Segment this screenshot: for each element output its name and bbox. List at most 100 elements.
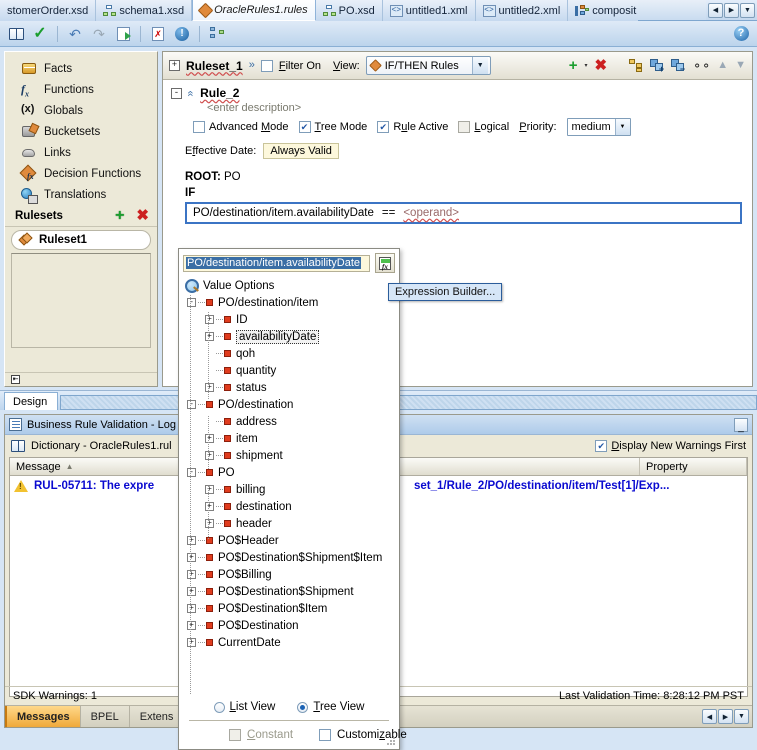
expression-input[interactable]: PO/destination/item.availabilityDate xyxy=(183,254,370,272)
collapse-pane-icon[interactable]: ⇤ xyxy=(11,375,20,384)
tree-view-option[interactable]: Tree View xyxy=(297,701,364,713)
sidebar-item-functions[interactable]: fx Functions xyxy=(5,79,157,100)
move-down-icon[interactable]: ▼ xyxy=(735,60,746,71)
expand-node-icon[interactable]: + xyxy=(203,485,216,494)
bottom-tab-list-dropdown-button[interactable]: ▼ xyxy=(734,709,749,724)
expand-node-icon[interactable]: + xyxy=(203,434,216,443)
tree-node[interactable]: - PO/destination xyxy=(185,396,399,413)
expression-left-operand[interactable]: PO/destination/item.availabilityDate xyxy=(193,207,374,219)
tree-node[interactable]: + destination xyxy=(185,498,399,515)
sidebar-item-translations[interactable]: Translations xyxy=(5,184,157,205)
tree-mode-checkbox[interactable] xyxy=(298,121,311,133)
chevron-down-icon[interactable]: ▼ xyxy=(614,119,630,135)
add-ruleset-button[interactable]: + xyxy=(115,207,124,224)
rule-active-option[interactable]: Rule Active xyxy=(377,121,448,133)
expand-node-icon[interactable]: + xyxy=(185,638,198,647)
chevron-down-icon[interactable]: ▼ xyxy=(471,57,488,74)
tree-node[interactable]: + PO$Destination$Shipment$Item xyxy=(185,549,399,566)
list-view-radio[interactable] xyxy=(213,701,225,713)
tree-node[interactable]: + PO$Header xyxy=(185,532,399,549)
tree-node[interactable]: + ID xyxy=(185,311,399,328)
add-rule-icon[interactable]: + xyxy=(569,58,578,73)
info-icon[interactable]: ! xyxy=(172,24,192,44)
tree-node[interactable]: + CurrentDate xyxy=(185,634,399,651)
display-new-warnings-checkbox[interactable] xyxy=(595,440,608,452)
bottom-tab-scroll-next-button[interactable]: ▶ xyxy=(718,709,733,724)
tree-node[interactable]: qoh xyxy=(185,345,399,362)
export-page-icon[interactable] xyxy=(113,24,133,44)
list-view-option[interactable]: List View xyxy=(213,701,275,713)
tree-node[interactable]: + PO$Destination$Shipment xyxy=(185,583,399,600)
sidebar-item-links[interactable]: Links xyxy=(5,142,157,163)
logical-option[interactable]: Logical xyxy=(458,121,509,133)
expand-node-icon[interactable]: + xyxy=(203,519,216,528)
collapse-node-icon[interactable]: - xyxy=(185,298,198,307)
tab-design[interactable]: Design xyxy=(4,392,59,410)
expand-node-icon[interactable]: + xyxy=(203,502,216,511)
expand-node-icon[interactable]: + xyxy=(185,587,198,596)
expression-right-operand[interactable]: <operand> xyxy=(403,207,459,219)
collapse-all-icon[interactable]: − xyxy=(671,59,685,74)
rule-collapse-icon[interactable]: » xyxy=(185,90,197,96)
editor-tab-customerorder[interactable]: stomerOrder.xsd xyxy=(0,0,97,21)
tree-node[interactable]: + shipment xyxy=(185,447,399,464)
expression-builder-button[interactable] xyxy=(375,253,395,273)
editor-tab-schema1[interactable]: schema1.xsd xyxy=(96,0,193,21)
expand-node-icon[interactable]: + xyxy=(185,570,198,579)
tree-node[interactable]: - PO xyxy=(185,464,399,481)
effective-date-value[interactable]: Always Valid xyxy=(263,143,339,159)
show-hide-icon[interactable]: ⚬⚬ xyxy=(692,59,711,73)
sidebar-item-bucketsets[interactable]: Bucketsets xyxy=(5,121,157,142)
minimize-log-button[interactable]: _ xyxy=(734,417,748,432)
add-rule-dropdown-icon[interactable]: ▾ xyxy=(585,62,588,69)
editor-tab-oraclerules1[interactable]: OracleRules1.rules xyxy=(192,0,316,21)
tree-node[interactable]: - PO/destination/item xyxy=(185,294,399,311)
expand-node-icon[interactable]: + xyxy=(203,383,216,392)
tree-mode-option[interactable]: Tree Mode xyxy=(298,121,367,133)
expand-node-icon[interactable]: + xyxy=(185,553,198,562)
rule-active-checkbox[interactable] xyxy=(377,121,390,133)
display-new-warnings-option[interactable]: Display New Warnings First xyxy=(595,440,746,452)
advanced-mode-checkbox[interactable] xyxy=(193,121,205,133)
tree-node[interactable]: address xyxy=(185,413,399,430)
tab-extensions[interactable]: Extens xyxy=(130,706,185,727)
expand-node-icon[interactable]: + xyxy=(203,332,216,341)
condition-expression-row[interactable]: PO/destination/item.availabilityDate == … xyxy=(185,202,742,224)
sidebar-item-globals[interactable]: (x) Globals xyxy=(5,100,157,121)
logical-checkbox[interactable] xyxy=(458,121,471,133)
expand-all-icon[interactable]: + xyxy=(650,59,664,74)
tree-node[interactable]: + item xyxy=(185,430,399,447)
editor-tab-po-xsd[interactable]: PO.xsd xyxy=(315,0,383,21)
tree-node[interactable]: + availabilityDate xyxy=(185,328,399,345)
expand-node-icon[interactable]: + xyxy=(185,621,198,630)
column-header-property[interactable]: Property xyxy=(640,458,747,475)
undo-icon[interactable]: ↶ xyxy=(65,24,85,44)
redo-icon[interactable]: ↷ xyxy=(89,24,109,44)
collapse-node-icon[interactable]: - xyxy=(185,468,198,477)
expand-node-icon[interactable]: + xyxy=(185,604,198,613)
tree-node[interactable]: + PO$Billing xyxy=(185,566,399,583)
validate-doc-icon[interactable]: ✗ xyxy=(148,24,168,44)
delete-rule-icon[interactable]: ✖ xyxy=(595,58,608,73)
ruleset-list-item[interactable]: Ruleset1 xyxy=(11,230,151,250)
tree-node[interactable]: quantity xyxy=(185,362,399,379)
sidebar-item-decision-functions[interactable]: fx Decision Functions xyxy=(5,163,157,184)
validate-check-icon[interactable]: ✓ xyxy=(30,24,50,44)
tree-structure-icon[interactable] xyxy=(629,59,643,72)
rule-name[interactable]: Rule_2 xyxy=(200,86,239,100)
expand-node-icon[interactable]: + xyxy=(185,536,198,545)
deploy-icon[interactable] xyxy=(207,24,227,44)
tree-view-radio[interactable] xyxy=(297,701,309,713)
customizable-checkbox[interactable] xyxy=(319,729,332,741)
rule-description[interactable]: <enter description> xyxy=(207,102,752,114)
view-select[interactable]: IF/THEN Rules ▼ xyxy=(365,56,491,75)
tree-node[interactable]: + PO$Destination$Item xyxy=(185,600,399,617)
editor-tab-composite[interactable]: composit xyxy=(568,0,639,21)
expand-node-icon[interactable]: + xyxy=(203,451,216,460)
tab-scroll-next-button[interactable]: ▶ xyxy=(724,2,739,18)
dictionary-icon[interactable] xyxy=(6,24,26,44)
delete-ruleset-button[interactable]: ✖ xyxy=(136,208,149,223)
tree-node[interactable]: + header xyxy=(185,515,399,532)
bottom-tab-scroll-prev-button[interactable]: ◀ xyxy=(702,709,717,724)
filter-on-checkbox[interactable] xyxy=(260,59,273,72)
